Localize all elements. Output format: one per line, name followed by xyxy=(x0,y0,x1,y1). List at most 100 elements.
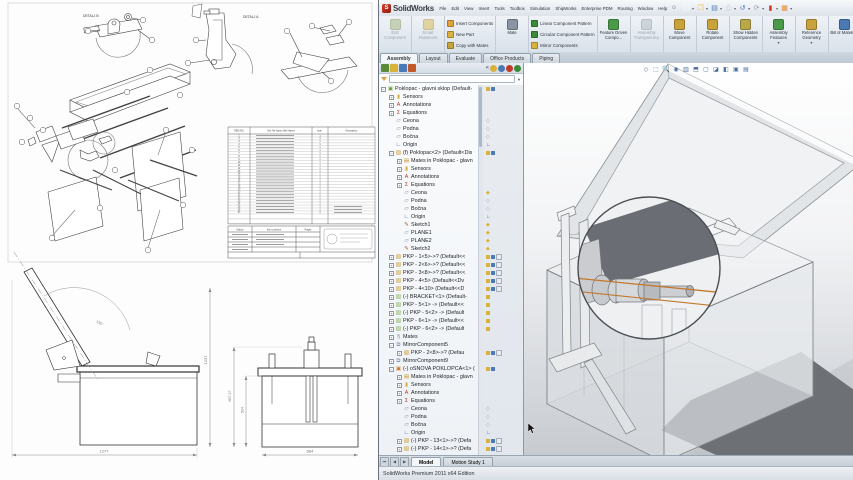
menu-edit[interactable]: Edit xyxy=(449,4,462,13)
open-icon[interactable]: ❒ xyxy=(696,4,705,13)
tree-item[interactable]: +▧PKP - 2<6>->? (Default<< xyxy=(379,261,523,269)
sketch-visibility-icon[interactable]: ◆ xyxy=(486,189,490,197)
tree-item[interactable]: ▱PLANE1◆ xyxy=(379,229,523,237)
apply-scene-icon[interactable]: ▣ xyxy=(732,66,740,74)
tree-item[interactable]: +▧PKP - 5<1> -> (Default<< xyxy=(379,301,523,309)
filter-funnel-icon[interactable] xyxy=(381,77,387,81)
expand-icon[interactable]: + xyxy=(397,399,402,404)
display-state-icon[interactable] xyxy=(486,263,490,267)
rebuild-icon[interactable]: ⟳ xyxy=(752,4,761,13)
featuremanager-tree-icon[interactable] xyxy=(381,64,389,72)
zoom-fit-icon[interactable]: ⬚ xyxy=(652,66,660,74)
tree-item[interactable]: ✎Sketch2◆ xyxy=(379,245,523,253)
ribbon-button-show-hidden-components[interactable]: Show Hidden Components xyxy=(731,17,761,51)
ribbon-button-new-part[interactable]: New Part xyxy=(447,29,493,39)
expand-icon[interactable]: + xyxy=(389,327,394,332)
expand-icon[interactable]: + xyxy=(397,447,402,452)
hidden-plane-icon[interactable]: ◇ xyxy=(486,117,490,125)
ribbon-button-mirror-components[interactable]: Mirror Components xyxy=(531,40,594,50)
tab-piping[interactable]: Piping xyxy=(532,53,560,63)
tree-item[interactable]: +▮Sensors xyxy=(379,381,523,389)
hidden-plane-icon[interactable]: ◇ xyxy=(486,205,490,213)
tree-item[interactable]: −⧉MirrorComponent5 xyxy=(379,341,523,349)
tab-evaluate[interactable]: Evaluate xyxy=(449,53,482,63)
appearance-icon[interactable] xyxy=(496,278,502,284)
ribbon-button-copy-with-mates[interactable]: Copy with Mates xyxy=(447,40,493,50)
hidden-plane-icon[interactable]: ◇ xyxy=(486,405,490,413)
appearance-icon[interactable] xyxy=(496,438,502,444)
collapse-icon[interactable]: − xyxy=(381,87,386,92)
dropdown-caret-icon[interactable]: ▾ xyxy=(762,6,764,11)
select-icon[interactable]: ◇ xyxy=(642,66,650,74)
menu-pin-icon[interactable]: ⊙ xyxy=(670,5,678,11)
appearance-icon[interactable] xyxy=(506,65,513,72)
display-state-icon[interactable] xyxy=(486,351,490,355)
tree-item[interactable]: +▮Sensors xyxy=(379,93,523,101)
tree-item[interactable]: +▤Mates in Poklopac - glavn xyxy=(379,373,523,381)
undo-icon[interactable]: ↺ xyxy=(738,4,747,13)
display-state-icon[interactable] xyxy=(486,367,490,371)
tree-item[interactable]: +▧(-) BRACKET<1> (Default- xyxy=(379,293,523,301)
origin-visibility-icon[interactable]: ∟ xyxy=(486,213,491,221)
expand-icon[interactable]: + xyxy=(389,111,394,116)
expand-icon[interactable]: + xyxy=(389,279,394,284)
tree-item[interactable]: +ΣEquations xyxy=(379,181,523,189)
expand-icon[interactable]: + xyxy=(397,175,402,180)
tab-layout[interactable]: Layout xyxy=(419,53,448,63)
display-state-icon[interactable] xyxy=(486,287,490,291)
expand-icon[interactable]: + xyxy=(397,375,402,380)
expand-icon[interactable]: + xyxy=(397,351,402,356)
ribbon-button-move-component[interactable]: Move Component xyxy=(665,17,695,51)
display-state-icon[interactable] xyxy=(491,351,495,355)
dropdown-caret-icon[interactable]: ▾ xyxy=(748,6,750,11)
dropdown-caret-icon[interactable]: ▾ xyxy=(811,40,813,45)
configurationmanager-icon[interactable] xyxy=(399,64,407,72)
save-icon[interactable]: ▤ xyxy=(710,4,719,13)
display-state-icon[interactable] xyxy=(491,87,495,91)
tree-item[interactable]: −▧(f) Poklopac<2> (Default<Dis xyxy=(379,149,523,157)
tree-item[interactable]: ▱Podna◇ xyxy=(379,197,523,205)
expand-icon[interactable]: + xyxy=(389,295,394,300)
filter-input[interactable] xyxy=(389,75,515,83)
tree-item[interactable]: ▱Bočna◇ xyxy=(379,205,523,213)
origin-visibility-icon[interactable]: ∟ xyxy=(486,429,491,437)
tree-item[interactable]: +▧PKP - 4<10> (Default<<D xyxy=(379,285,523,293)
dropdown-caret-icon[interactable]: ▾ xyxy=(776,6,778,11)
display-state-icon[interactable] xyxy=(486,271,490,275)
display-state-icon[interactable] xyxy=(491,287,495,291)
origin-visibility-icon[interactable]: ∟ xyxy=(486,141,491,149)
menu-simulation[interactable]: Simulation xyxy=(527,4,553,13)
tree-item[interactable]: −▣(-) oSNOVA POKLOPCA<1> ( xyxy=(379,365,523,373)
ribbon-button-assembly-features[interactable]: Assembly Features▾ xyxy=(764,17,794,51)
sketch-visibility-icon[interactable]: ◆ xyxy=(486,229,490,237)
tab-office-products[interactable]: Office Products xyxy=(483,53,531,63)
menu-file[interactable]: File xyxy=(437,4,449,13)
dimxpert-icon[interactable] xyxy=(408,64,416,72)
tree-item[interactable]: ▱Podna◇ xyxy=(379,125,523,133)
expand-icon[interactable]: + xyxy=(397,383,402,388)
tree-item[interactable]: +▧PKP - 6<1> -> (Default<< xyxy=(379,317,523,325)
display-pane-collapse-icon[interactable]: « xyxy=(486,65,489,71)
ribbon-button-reference-geometry[interactable]: Reference Geometry▾ xyxy=(797,17,827,51)
hidden-plane-icon[interactable]: ◇ xyxy=(486,197,490,205)
view-orientation-icon[interactable]: ⬒ xyxy=(692,66,700,74)
menu-shipworks[interactable]: ShipWorks xyxy=(553,4,579,13)
display-state-icon[interactable] xyxy=(491,367,495,371)
appearance-icon[interactable] xyxy=(496,286,502,292)
tree-item[interactable]: +▧(-) PKP - 14<1>->? (Defa xyxy=(379,445,523,453)
display-state-icon[interactable] xyxy=(486,303,490,307)
menu-routing[interactable]: Routing xyxy=(615,4,635,13)
display-state-icon[interactable] xyxy=(486,255,490,259)
tree-item[interactable]: +▧PKP - 1<5>->? (Default<< xyxy=(379,253,523,261)
display-state-icon[interactable] xyxy=(486,279,490,283)
expand-icon[interactable]: + xyxy=(397,439,402,444)
display-state-icon[interactable] xyxy=(486,87,490,91)
tree-item[interactable]: ∟Origin∟ xyxy=(379,429,523,437)
appearance-icon[interactable] xyxy=(496,446,502,452)
tree-item[interactable]: ▱Podna◇ xyxy=(379,413,523,421)
tree-item[interactable]: +▧PKP - 4<5> (Default<<Dv xyxy=(379,277,523,285)
tree-item[interactable]: ∟Origin∟ xyxy=(379,141,523,149)
ribbon-button-insert-components[interactable]: Insert Components xyxy=(447,18,493,28)
display-state-icon[interactable] xyxy=(491,447,495,451)
menu-insert[interactable]: Insert xyxy=(476,4,492,13)
